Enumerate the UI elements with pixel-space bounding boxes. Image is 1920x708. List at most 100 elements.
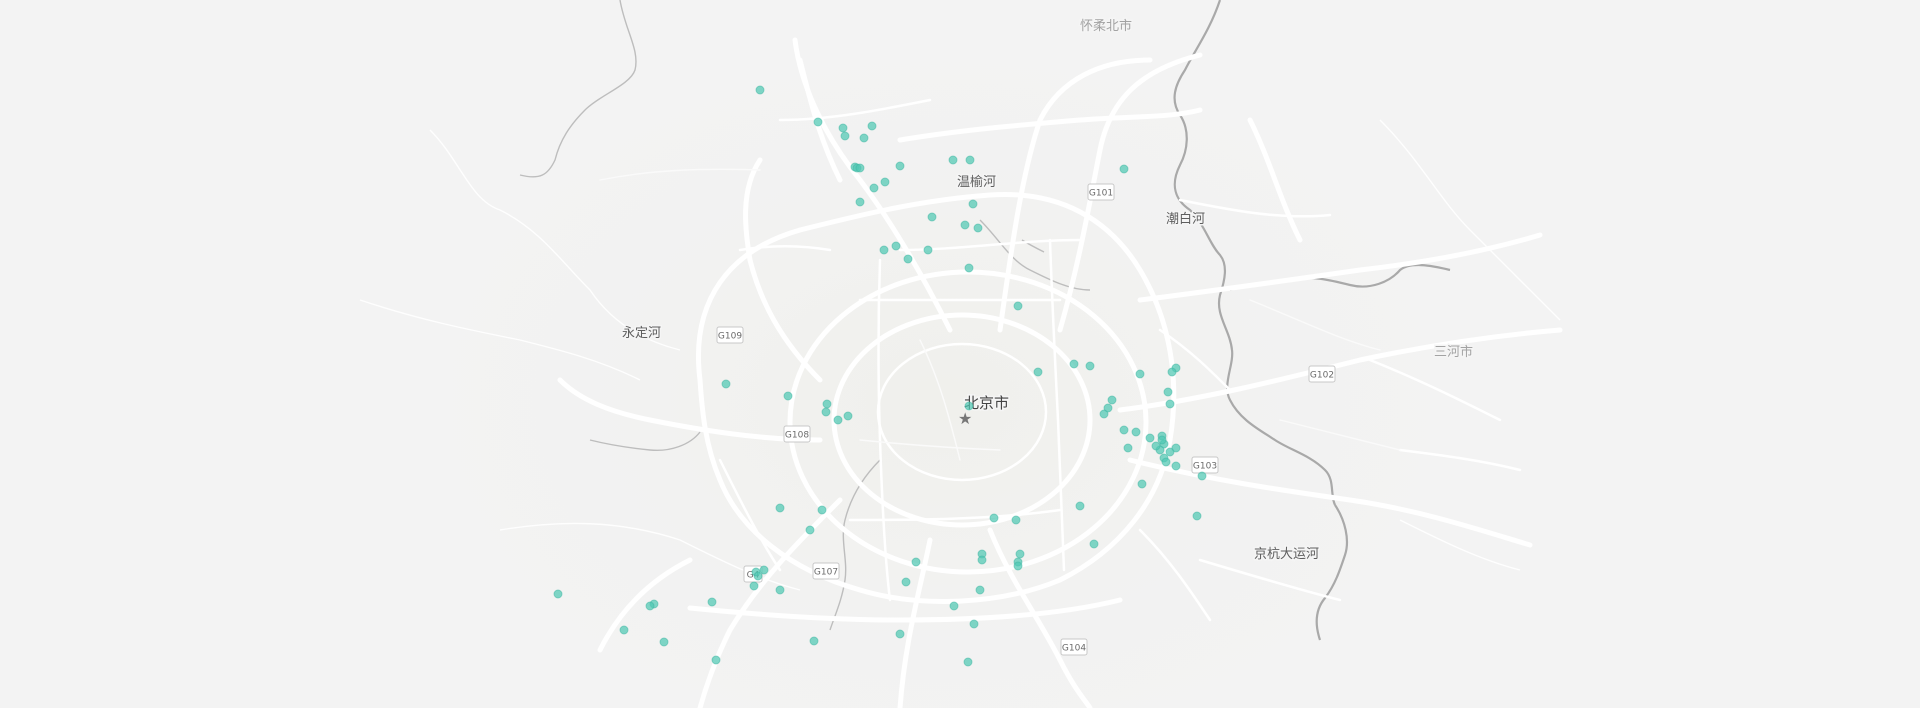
data-point[interactable]: [1123, 443, 1133, 453]
data-point[interactable]: [901, 577, 911, 587]
data-point[interactable]: [1013, 561, 1023, 571]
data-point[interactable]: [755, 85, 765, 95]
highway-shield-g108: G108: [783, 425, 811, 443]
data-point[interactable]: [963, 657, 973, 667]
data-point[interactable]: [619, 625, 629, 635]
data-point[interactable]: [1131, 427, 1141, 437]
data-point[interactable]: [855, 163, 865, 173]
data-point[interactable]: [903, 254, 913, 264]
data-point[interactable]: [1107, 395, 1117, 405]
data-point[interactable]: [975, 585, 985, 595]
data-point[interactable]: [879, 245, 889, 255]
data-point[interactable]: [659, 637, 669, 647]
data-point[interactable]: [949, 601, 959, 611]
svg-text:G103: G103: [1193, 462, 1217, 472]
data-point[interactable]: [895, 161, 905, 171]
data-point[interactable]: [1192, 511, 1202, 521]
data-point[interactable]: [1075, 501, 1085, 511]
data-point[interactable]: [1099, 409, 1109, 419]
data-point[interactable]: [721, 379, 731, 389]
rivers: [519, 0, 1451, 641]
place-label-jinghang: 京杭大运河: [1254, 547, 1319, 562]
data-point[interactable]: [553, 589, 563, 599]
data-point[interactable]: [891, 241, 901, 251]
data-point[interactable]: [1171, 461, 1181, 471]
data-point[interactable]: [1157, 435, 1167, 445]
svg-text:G104: G104: [1062, 644, 1086, 654]
data-point[interactable]: [895, 629, 905, 639]
highway-shield-g104: G104: [1060, 638, 1088, 656]
svg-text:G107: G107: [814, 568, 838, 578]
data-point[interactable]: [1197, 471, 1207, 481]
highway-shield-g103: G103: [1191, 456, 1219, 474]
data-point[interactable]: [1171, 443, 1181, 453]
data-point[interactable]: [973, 223, 983, 233]
road-network: [557, 37, 1563, 708]
highway-shields: G101 G109 G102 G108 G103 G107 G4 G104: [716, 183, 1336, 656]
data-point[interactable]: [948, 155, 958, 165]
data-point[interactable]: [965, 155, 975, 165]
place-label-yongdinghe: 永定河: [622, 326, 661, 341]
highway-shield-g102: G102: [1308, 365, 1336, 383]
data-point[interactable]: [1015, 549, 1025, 559]
highway-shield-g101: G101: [1087, 183, 1115, 201]
data-point[interactable]: [969, 619, 979, 629]
data-point[interactable]: [711, 655, 721, 665]
data-point[interactable]: [1033, 367, 1043, 377]
data-point[interactable]: [1089, 539, 1099, 549]
data-point[interactable]: [1069, 359, 1079, 369]
data-point[interactable]: [859, 133, 869, 143]
data-point[interactable]: [753, 571, 763, 581]
data-point[interactable]: [968, 199, 978, 209]
data-point[interactable]: [927, 212, 937, 222]
data-point[interactable]: [809, 636, 819, 646]
data-point[interactable]: [1167, 367, 1177, 377]
data-point[interactable]: [867, 121, 877, 131]
data-point[interactable]: [960, 220, 970, 230]
data-point[interactable]: [869, 183, 879, 193]
data-point[interactable]: [964, 263, 974, 273]
data-point[interactable]: [840, 131, 850, 141]
map-canvas[interactable]: 温榆河 潮白河 永定河 三河市 京杭大运河 怀柔北市 北京市 ★ G101 G1…: [0, 0, 1920, 708]
data-point[interactable]: [1119, 164, 1129, 174]
data-point[interactable]: [964, 401, 974, 411]
data-point[interactable]: [1165, 399, 1175, 409]
data-point[interactable]: [817, 505, 827, 515]
place-label-huairou: 怀柔北市: [1080, 18, 1132, 34]
svg-text:G109: G109: [718, 332, 742, 342]
data-point[interactable]: [880, 177, 890, 187]
capital-star-icon: ★: [958, 409, 972, 428]
data-point[interactable]: [855, 197, 865, 207]
data-point[interactable]: [989, 513, 999, 523]
data-point[interactable]: [838, 123, 848, 133]
data-point[interactable]: [759, 565, 769, 575]
data-point[interactable]: [707, 597, 717, 607]
data-point[interactable]: [1151, 441, 1161, 451]
data-point[interactable]: [911, 557, 921, 567]
data-point[interactable]: [775, 503, 785, 513]
data-point[interactable]: [1145, 433, 1155, 443]
data-point[interactable]: [1013, 301, 1023, 311]
data-point[interactable]: [749, 581, 759, 591]
data-point[interactable]: [645, 601, 655, 611]
data-point[interactable]: [1119, 425, 1129, 435]
data-point[interactable]: [1163, 387, 1173, 397]
data-point[interactable]: [775, 585, 785, 595]
data-point[interactable]: [813, 117, 823, 127]
data-point[interactable]: [805, 525, 815, 535]
data-point[interactable]: [1085, 361, 1095, 371]
data-point[interactable]: [1011, 515, 1021, 525]
data-point[interactable]: [833, 415, 843, 425]
data-point[interactable]: [783, 391, 793, 401]
data-point[interactable]: [822, 399, 832, 409]
highway-shield-g109: G109: [716, 326, 744, 344]
svg-text:G102: G102: [1310, 371, 1334, 381]
data-point[interactable]: [1135, 369, 1145, 379]
place-label-chaobaihe: 潮白河: [1166, 211, 1205, 227]
data-point[interactable]: [923, 245, 933, 255]
data-point[interactable]: [1161, 457, 1171, 467]
data-point[interactable]: [977, 555, 987, 565]
data-point[interactable]: [843, 411, 853, 421]
data-point[interactable]: [1137, 479, 1147, 489]
data-point[interactable]: [821, 407, 831, 417]
